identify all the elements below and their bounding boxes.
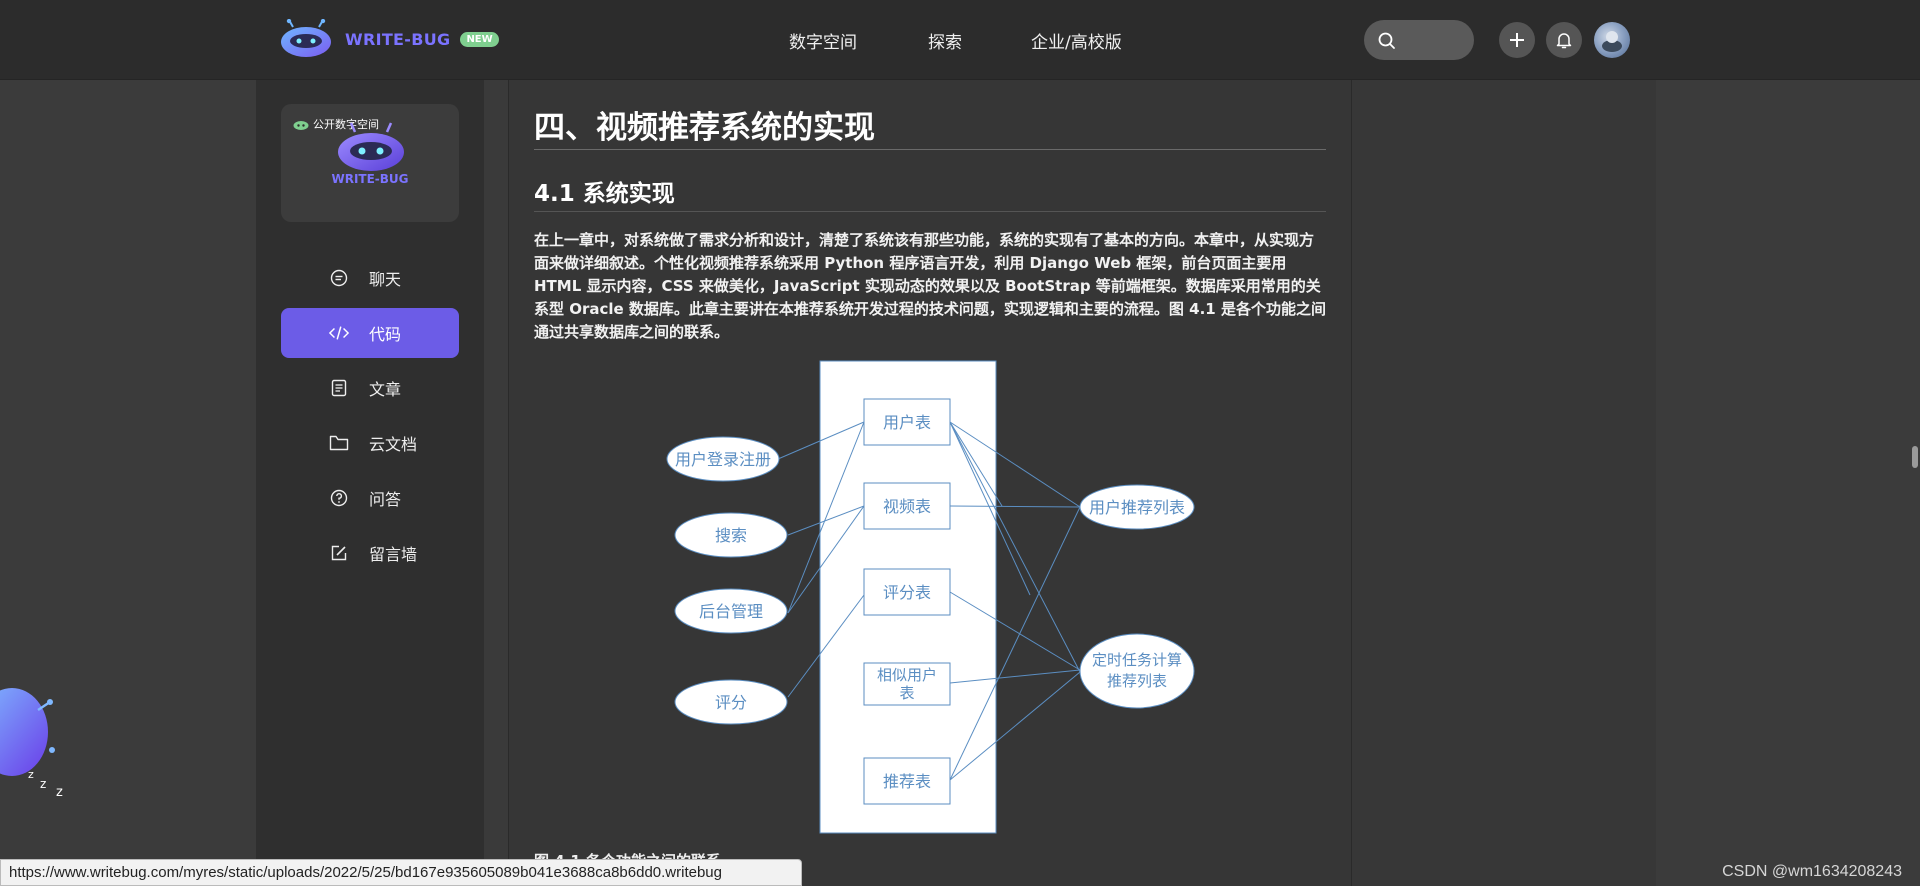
table-label: 相似用户表: [876, 666, 937, 702]
article-subheading: 4.1 系统实现: [534, 181, 675, 207]
table-box: 视频表: [863, 482, 951, 530]
right-panel: [1352, 80, 1656, 886]
function-node: 评分: [674, 679, 788, 725]
code-icon: [329, 323, 349, 343]
article-icon: [329, 378, 349, 398]
space-card[interactable]: 公开数字空间 WRITE-BUG: [281, 104, 459, 222]
sidebar-item-message-wall[interactable]: 留言墙: [281, 528, 459, 578]
svg-text:z: z: [40, 777, 46, 791]
search-input[interactable]: [1364, 20, 1474, 60]
sidebar-item-cloud-docs[interactable]: 云文档: [281, 418, 459, 468]
function-label: 搜索: [715, 526, 747, 545]
table-box: 相似用户表: [863, 662, 951, 706]
svg-text:z: z: [56, 785, 63, 800]
search-icon: [1378, 32, 1395, 49]
folder-icon: [329, 433, 349, 453]
function-node: 用户登录注册: [666, 436, 780, 482]
output-label: 用户推荐列表: [1089, 498, 1185, 517]
edit-icon: [329, 543, 349, 563]
output-node: 定时任务计算推荐列表: [1079, 633, 1195, 709]
sidebar-item-label: 留言墙: [369, 545, 418, 564]
space-name: WRITE-BUG: [331, 172, 409, 186]
sidebar-item-label: 问答: [369, 490, 402, 509]
notifications-button[interactable]: [1546, 22, 1582, 58]
top-navbar: WRITE-BUG NEW 数字空间 探索 企业/高校版: [0, 0, 1920, 80]
table-label: 视频表: [883, 497, 931, 516]
sidebar-item-articles[interactable]: 文章: [281, 363, 459, 413]
new-badge: NEW: [460, 31, 499, 47]
subheading-divider: [534, 211, 1326, 212]
table-box: 用户表: [863, 398, 951, 446]
scrollbar-thumb[interactable]: [1912, 446, 1918, 468]
function-label: 后台管理: [699, 602, 763, 621]
heading-divider: [534, 149, 1326, 150]
output-node: 用户推荐列表: [1079, 484, 1195, 530]
table-label: 用户表: [883, 413, 931, 432]
sidebar-item-chat[interactable]: 聊天: [281, 253, 459, 303]
mascot-logo-icon: [279, 18, 333, 59]
output-label: 定时任务计算推荐列表: [1092, 651, 1183, 690]
robot-icon: [293, 120, 309, 130]
bell-icon: [1556, 33, 1572, 49]
svg-text:z: z: [28, 768, 34, 781]
create-button[interactable]: [1499, 22, 1535, 58]
sidebar-item-qa[interactable]: 问答: [281, 473, 459, 523]
space-mascot-icon: [338, 122, 404, 171]
nav-enterprise[interactable]: 企业/高校版: [1031, 28, 1122, 53]
sidebar-item-label: 文章: [369, 380, 402, 399]
function-label: 评分: [715, 693, 747, 712]
table-box: 推荐表: [863, 757, 951, 805]
sidebar-item-label: 云文档: [369, 435, 418, 454]
function-label: 用户登录注册: [675, 450, 771, 469]
floating-mascot-icon[interactable]: z z z: [0, 672, 70, 802]
brand-name: WRITE-BUG: [345, 29, 451, 49]
plus-icon: [1510, 33, 1524, 47]
article-paragraph: 在上一章中，对系统做了需求分析和设计，清楚了系统该有那些功能，系统的实现有了基本…: [534, 231, 1326, 341]
sidebar-item-code[interactable]: 代码: [281, 308, 459, 358]
nav-digital-space[interactable]: 数字空间: [789, 28, 857, 53]
chat-icon: [329, 268, 349, 288]
brand-logo[interactable]: WRITE-BUG NEW: [279, 17, 499, 61]
table-box: 评分表: [863, 568, 951, 616]
sidebar-gutter: [484, 80, 508, 886]
avatar[interactable]: [1594, 22, 1630, 58]
table-label: 推荐表: [883, 772, 931, 791]
sidebar-item-label: 聊天: [369, 270, 402, 289]
table-label: 评分表: [883, 583, 931, 602]
question-icon: [329, 488, 349, 508]
function-node: 后台管理: [674, 588, 788, 634]
system-relationship-diagram: 用户表 视频表 评分表 相似用户表 推荐表 用户登录注册 搜索 后台管理 评分 …: [666, 360, 1195, 834]
function-node: 搜索: [674, 512, 788, 558]
scrollbar[interactable]: [1908, 80, 1920, 886]
nav-explore[interactable]: 探索: [928, 28, 962, 53]
status-bar-url: https://www.writebug.com/myres/static/up…: [0, 859, 802, 886]
watermark: CSDN @wm1634208243: [1722, 863, 1902, 880]
sidebar-item-label: 代码: [369, 325, 402, 344]
article-heading: 四、视频推荐系统的实现: [534, 110, 875, 146]
